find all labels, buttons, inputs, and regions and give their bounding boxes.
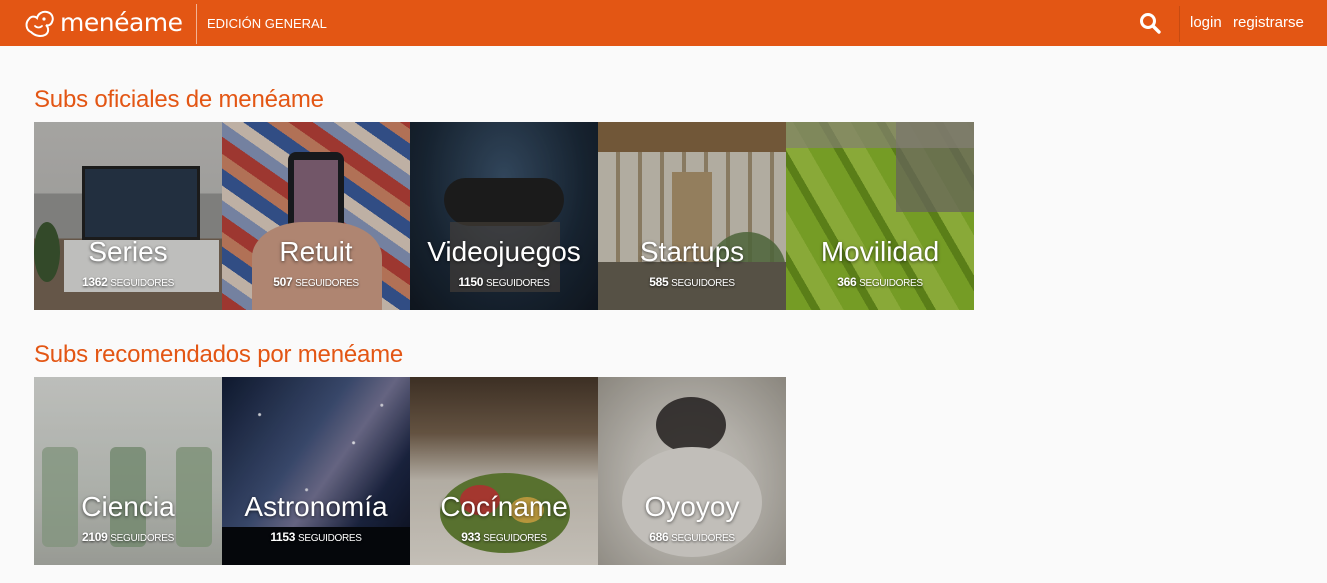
sub-followers: 1362 SEGUIDORES <box>82 275 174 289</box>
edition-link[interactable]: EDICIÓN GENERAL <box>207 16 327 31</box>
search-icon[interactable] <box>1138 11 1162 35</box>
sub-name: Ciencia <box>81 491 175 522</box>
section-title-official: Subs oficiales de menéame <box>34 86 324 113</box>
sub-followers: 585 SEGUIDORES <box>649 275 735 289</box>
sub-name: Videojuegos <box>427 236 581 267</box>
sub-followers: 2109 SEGUIDORES <box>82 530 174 544</box>
sub-tile-astronomia[interactable]: Astronomía 1153 SEGUIDORES <box>222 377 410 565</box>
sub-followers: 686 SEGUIDORES <box>649 530 735 544</box>
sub-tile-cociname[interactable]: Cocíname 933 SEGUIDORES <box>410 377 598 565</box>
sub-name: Cocíname <box>440 491 568 522</box>
sub-tile-videojuegos[interactable]: Videojuegos 1150 SEGUIDORES <box>410 122 598 310</box>
sub-followers: 507 SEGUIDORES <box>273 275 359 289</box>
sub-followers: 366 SEGUIDORES <box>837 275 923 289</box>
site-logo[interactable]: menéame <box>22 6 183 40</box>
header-divider-right <box>1179 6 1180 42</box>
sub-name: Startups <box>639 236 745 267</box>
sub-tile-oyoyoy[interactable]: Oyoyoy 686 SEGUIDORES <box>598 377 786 565</box>
meneame-logo-icon <box>25 10 54 37</box>
sub-tile-series[interactable]: Series 1362 SEGUIDORES <box>34 122 222 310</box>
sub-tile-ciencia[interactable]: Ciencia 2109 SEGUIDORES <box>34 377 222 565</box>
sub-followers: 1150 SEGUIDORES <box>458 275 550 289</box>
sub-followers: 1153 SEGUIDORES <box>270 530 362 544</box>
header-divider <box>196 4 197 44</box>
login-link[interactable]: login <box>1190 14 1222 31</box>
sub-followers: 933 SEGUIDORES <box>461 530 547 544</box>
top-navbar: menéame EDICIÓN GENERAL login registrars… <box>0 0 1327 46</box>
sub-name: Astronomía <box>244 491 388 522</box>
sub-name: Oyoyoy <box>644 491 740 522</box>
sub-name: Series <box>88 236 168 267</box>
register-link[interactable]: registrarse <box>1233 14 1304 31</box>
sub-tile-startups[interactable]: Startups 585 SEGUIDORES <box>598 122 786 310</box>
sub-tile-retuit[interactable]: Retuit 507 SEGUIDORES <box>222 122 410 310</box>
sub-name: Movilidad <box>820 236 940 267</box>
sub-name: Retuit <box>279 236 353 267</box>
section-title-recommended: Subs recomendados por menéame <box>34 341 404 368</box>
logo-text: menéame <box>60 8 183 37</box>
sub-tile-movilidad[interactable]: Movilidad 366 SEGUIDORES <box>786 122 974 310</box>
